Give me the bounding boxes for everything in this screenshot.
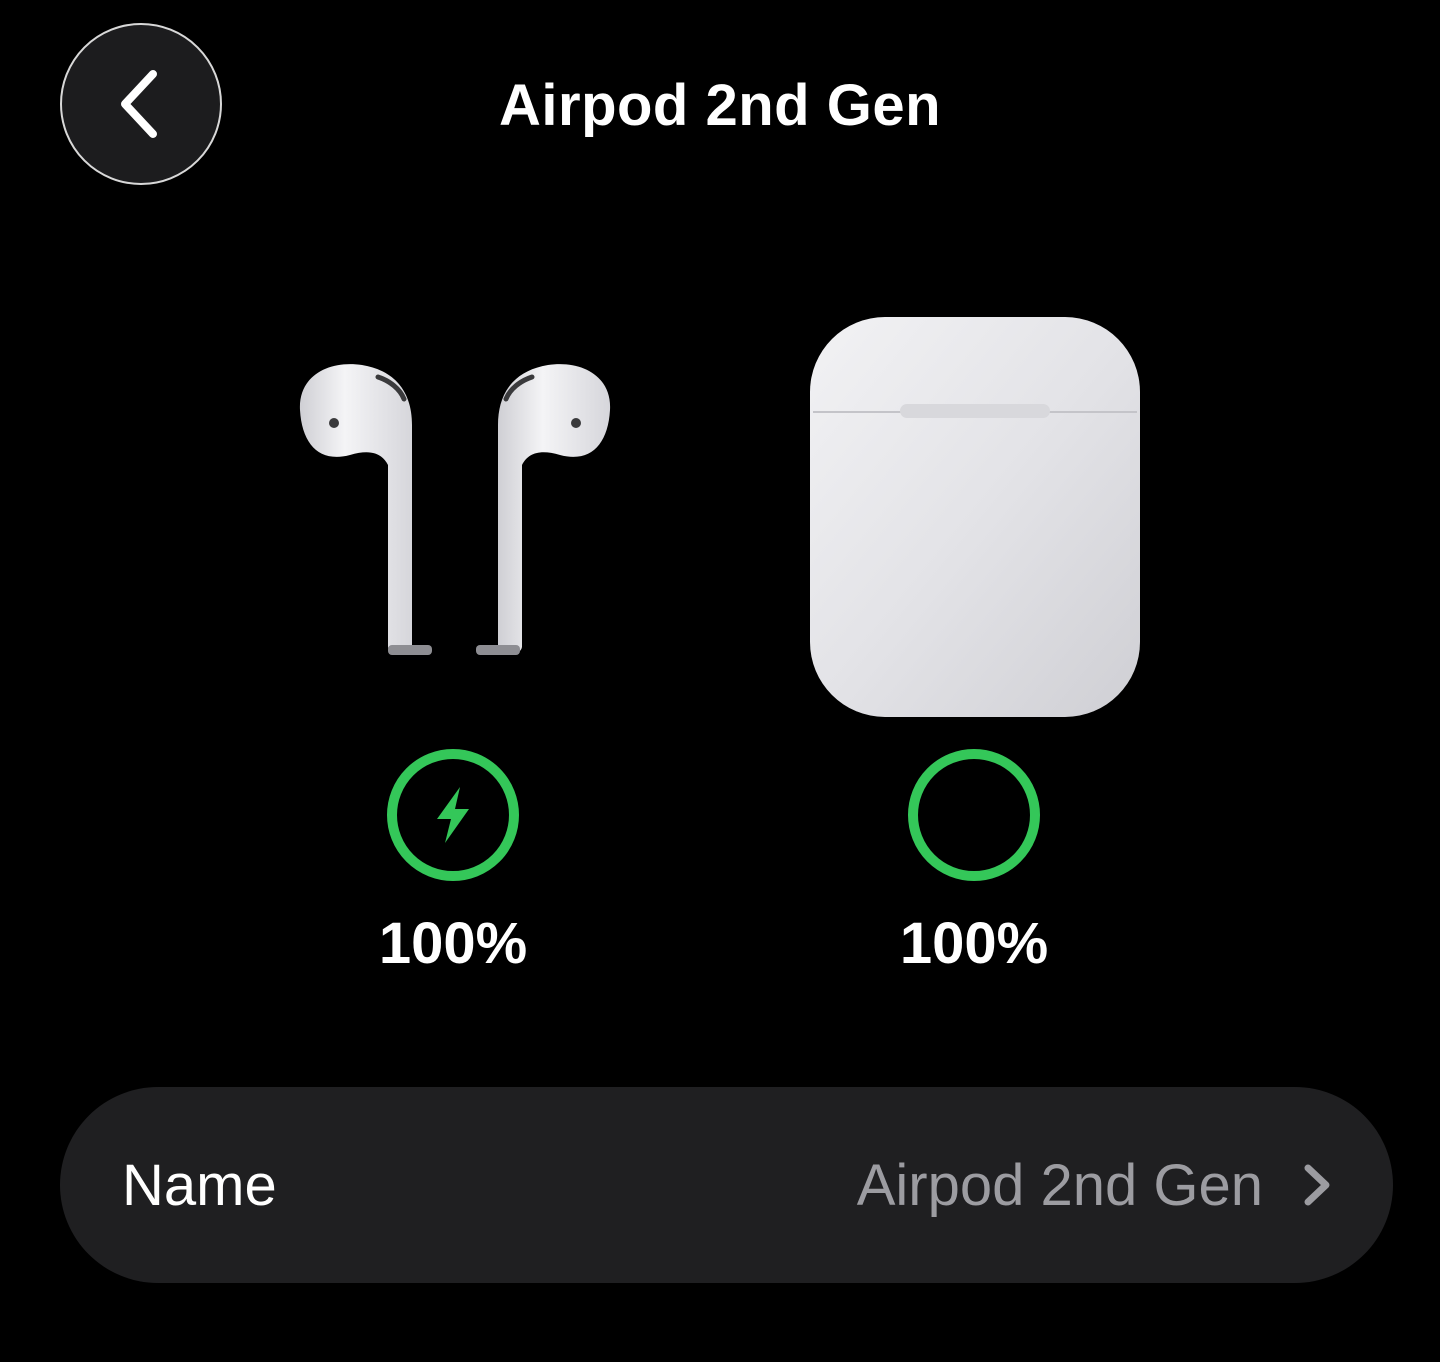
name-label: Name [122,1152,277,1218]
name-value: Airpod 2nd Gen [856,1152,1263,1218]
earbuds-battery-ring [385,747,521,883]
airpods-earbuds-image [290,355,620,675]
page-title: Airpod 2nd Gen [499,73,941,138]
name-setting-row[interactable]: Name Airpod 2nd Gen [60,1087,1393,1283]
case-battery-ring [906,747,1042,883]
chevron-right-icon [1299,1160,1335,1210]
earbuds-battery-percent: 100% [378,911,528,976]
airpods-case-image [805,312,1145,722]
bolt-icon [437,787,469,843]
case-battery-percent: 100% [899,911,1049,976]
